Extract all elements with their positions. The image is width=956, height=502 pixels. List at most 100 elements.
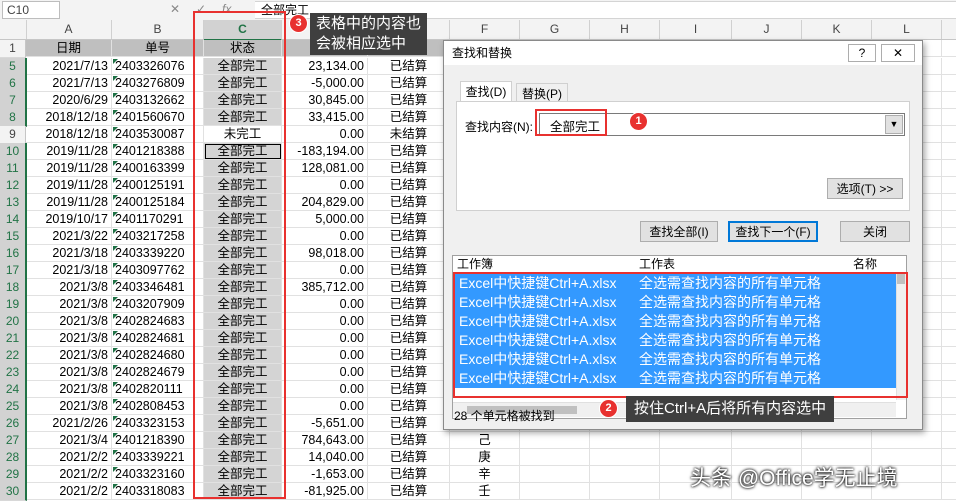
cell-id[interactable]: 2403323160 — [112, 466, 204, 483]
row-header[interactable]: 29 — [0, 466, 27, 484]
cell-amount[interactable]: 0.00 — [282, 347, 368, 364]
header-cell-date[interactable]: 日期 — [26, 40, 112, 57]
cell-date[interactable]: 2021/3/18 — [26, 245, 112, 262]
cell-settle[interactable]: 已结算 — [368, 211, 450, 228]
cell-settle[interactable]: 已结算 — [368, 398, 450, 415]
row-header[interactable]: 30 — [0, 483, 27, 501]
tab-replace[interactable]: 替换(P) — [516, 83, 568, 101]
cell-date[interactable]: 2021/3/8 — [26, 279, 112, 296]
cell-settle[interactable]: 已结算 — [368, 296, 450, 313]
empty-cell[interactable] — [872, 432, 942, 449]
find-next-button[interactable]: 查找下一个(F) — [728, 221, 818, 242]
empty-cell[interactable] — [942, 449, 956, 466]
header-cell-id[interactable]: 单号 — [112, 40, 204, 57]
empty-cell[interactable] — [590, 483, 660, 500]
empty-cell[interactable] — [942, 109, 956, 126]
cell-date[interactable]: 2021/3/8 — [26, 330, 112, 347]
col-header-f[interactable]: F — [450, 20, 520, 39]
cell-settle[interactable]: 已结算 — [368, 381, 450, 398]
row-header[interactable]: 21 — [0, 330, 27, 348]
cell-id[interactable]: 2402824679 — [112, 364, 204, 381]
col-header-g[interactable]: G — [520, 20, 590, 39]
cell-amount[interactable]: 23,134.00 — [282, 58, 368, 75]
empty-cell[interactable] — [942, 126, 956, 143]
empty-cell[interactable] — [520, 449, 590, 466]
row-header[interactable]: 13 — [0, 194, 27, 212]
col-header-k[interactable]: K — [802, 20, 872, 39]
cell-settle[interactable]: 已结算 — [368, 432, 450, 449]
row-header[interactable]: 11 — [0, 160, 27, 178]
row-header[interactable]: 20 — [0, 313, 27, 331]
empty-cell[interactable] — [942, 296, 956, 313]
cell-amount[interactable]: 128,081.00 — [282, 160, 368, 177]
cell-amount[interactable]: 0.00 — [282, 330, 368, 347]
cell-id[interactable]: 2403217258 — [112, 228, 204, 245]
cell-amount[interactable]: 0.00 — [282, 296, 368, 313]
row-header[interactable]: 17 — [0, 262, 27, 280]
row-header[interactable]: 27 — [0, 432, 27, 450]
cell-settle[interactable]: 已结算 — [368, 330, 450, 347]
cell-amount[interactable]: 0.00 — [282, 262, 368, 279]
row-header[interactable]: 19 — [0, 296, 27, 314]
col-workbook[interactable]: 工作簿 — [457, 256, 493, 272]
cell-amount[interactable]: 30,845.00 — [282, 92, 368, 109]
cell-settle[interactable]: 已结算 — [368, 177, 450, 194]
cell-settle[interactable]: 已结算 — [368, 449, 450, 466]
empty-cell[interactable] — [942, 364, 956, 381]
cell-amount[interactable]: -183,194.00 — [282, 143, 368, 160]
col-header-h[interactable]: H — [590, 20, 660, 39]
row-header[interactable]: 6 — [0, 75, 27, 93]
help-button[interactable]: ? — [848, 44, 876, 62]
cell-date[interactable]: 2018/12/18 — [26, 126, 112, 143]
cell-date[interactable]: 2021/3/8 — [26, 364, 112, 381]
cell-date[interactable]: 2021/3/8 — [26, 296, 112, 313]
cell-settle[interactable]: 已结算 — [368, 160, 450, 177]
empty-cell[interactable] — [660, 432, 732, 449]
cell-id[interactable]: 2401218388 — [112, 143, 204, 160]
cell-id[interactable]: 2403132662 — [112, 92, 204, 109]
row-header[interactable]: 5 — [0, 58, 27, 76]
cell-date[interactable]: 2019/11/28 — [26, 177, 112, 194]
row-header[interactable]: 25 — [0, 398, 27, 416]
empty-cell[interactable] — [942, 160, 956, 177]
cell-date[interactable]: 2021/7/13 — [26, 58, 112, 75]
name-box[interactable]: C10 — [2, 1, 60, 19]
cancel-icon[interactable]: ✕ — [170, 1, 180, 17]
cell-id[interactable]: 2400125191 — [112, 177, 204, 194]
row-header[interactable]: 12 — [0, 177, 27, 195]
col-header-a[interactable]: A — [26, 20, 112, 39]
cell-amount[interactable]: -81,925.00 — [282, 483, 368, 500]
row-header[interactable]: 26 — [0, 415, 27, 433]
cell-id[interactable]: 2402824680 — [112, 347, 204, 364]
cell-date[interactable]: 2018/12/18 — [26, 109, 112, 126]
col-name[interactable]: 名称 — [853, 256, 877, 272]
empty-cell[interactable] — [942, 313, 956, 330]
cell-id[interactable]: 2403318083 — [112, 483, 204, 500]
empty-cell[interactable] — [942, 483, 956, 500]
cell-settle[interactable]: 已结算 — [368, 228, 450, 245]
col-header-j[interactable]: J — [732, 20, 802, 39]
cell-id[interactable]: 2403339221 — [112, 449, 204, 466]
cell-settle[interactable]: 已结算 — [368, 466, 450, 483]
empty-cell[interactable] — [942, 211, 956, 228]
col-header-b[interactable]: B — [112, 20, 204, 39]
options-button[interactable]: 选项(T) >> — [827, 178, 903, 199]
tab-find[interactable]: 查找(D) — [460, 81, 512, 101]
cell-date[interactable]: 2021/2/26 — [26, 415, 112, 432]
empty-cell[interactable] — [942, 228, 956, 245]
empty-cell[interactable] — [520, 483, 590, 500]
cell-settle[interactable]: 已结算 — [368, 143, 450, 160]
cell-date[interactable]: 2021/3/4 — [26, 432, 112, 449]
row-header[interactable]: 23 — [0, 364, 27, 382]
find-dropdown-icon[interactable]: ▼ — [885, 115, 903, 134]
cell-id[interactable]: 2403097762 — [112, 262, 204, 279]
cell-id[interactable]: 2403207909 — [112, 296, 204, 313]
cell-date[interactable]: 2021/2/2 — [26, 466, 112, 483]
cell-id[interactable]: 2403339220 — [112, 245, 204, 262]
cell-amount[interactable]: 0.00 — [282, 313, 368, 330]
cell-f[interactable]: 庚 — [450, 449, 520, 466]
cell-amount[interactable]: 0.00 — [282, 228, 368, 245]
cell-amount[interactable]: 0.00 — [282, 177, 368, 194]
empty-cell[interactable] — [942, 330, 956, 347]
cell-id[interactable]: 2402824681 — [112, 330, 204, 347]
